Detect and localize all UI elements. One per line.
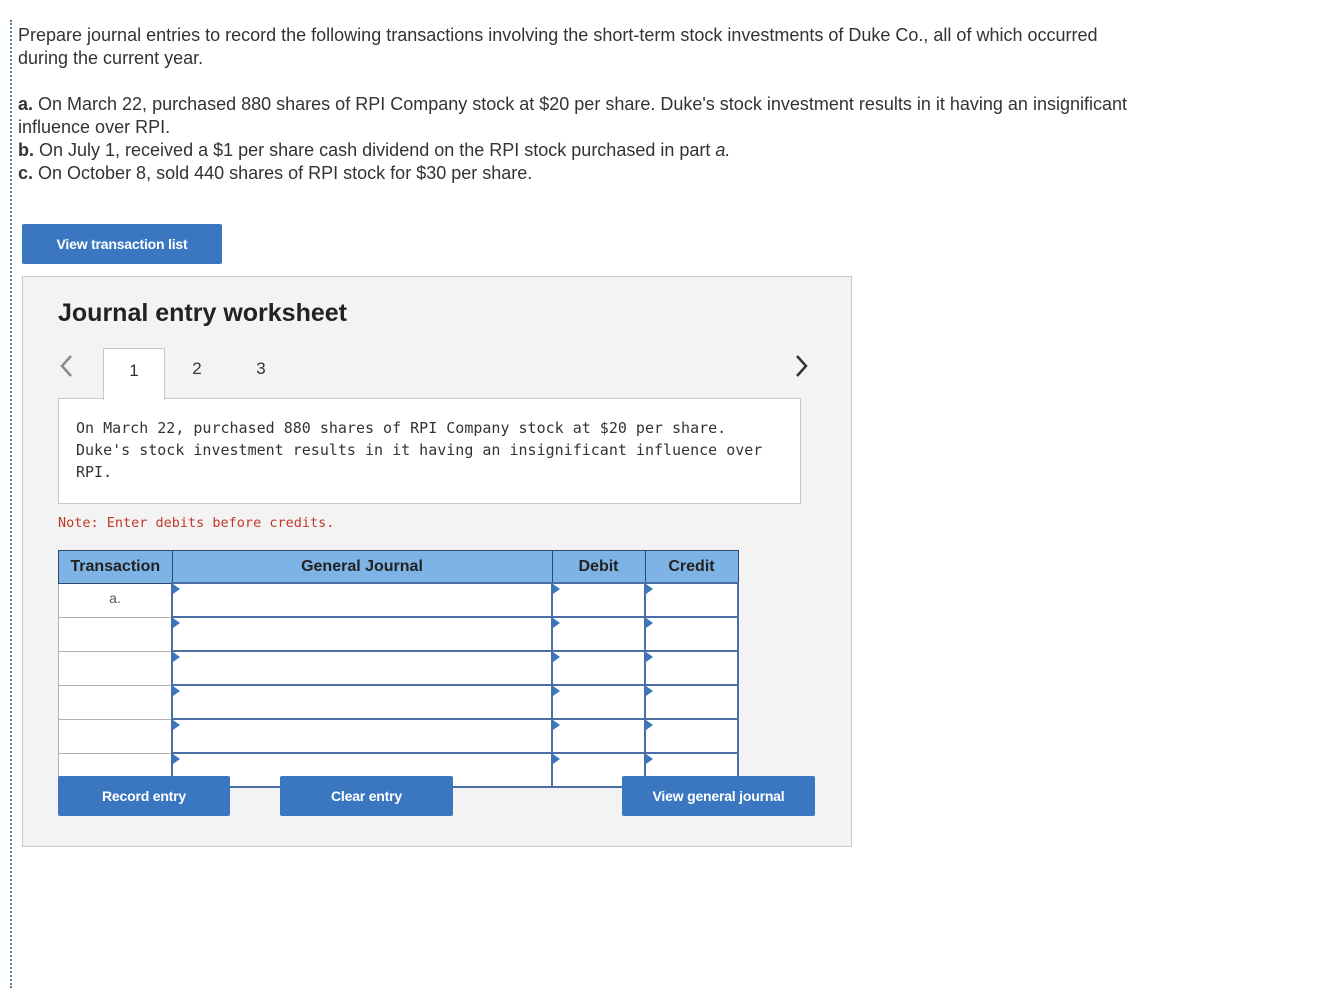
item-label: a.	[18, 94, 34, 114]
problem-prompt: Prepare journal entries to record the fo…	[18, 24, 1128, 185]
chevron-left-icon[interactable]	[59, 353, 75, 379]
dropdown-marker-icon	[553, 584, 560, 594]
header-credit: Credit	[644, 550, 739, 584]
dropdown-marker-icon	[646, 754, 653, 764]
description-line: On March 22, purchased 880 shares of RPI…	[76, 419, 727, 437]
debit-input[interactable]	[551, 684, 646, 720]
transaction-cell	[58, 616, 173, 652]
prompt-intro: Prepare journal entries to record the fo…	[18, 25, 1098, 68]
dropdown-marker-icon	[173, 686, 180, 696]
general-journal-input[interactable]	[171, 650, 553, 686]
record-entry-button[interactable]: Record entry	[58, 776, 230, 816]
clear-entry-button[interactable]: Clear entry	[280, 776, 453, 816]
table-row	[58, 650, 739, 686]
transaction-cell	[58, 718, 173, 754]
chevron-right-icon[interactable]	[793, 353, 809, 379]
header-general-journal: General Journal	[171, 550, 553, 584]
journal-entry-worksheet: Journal entry worksheet 1 2 3 On March 2…	[22, 276, 852, 847]
debit-input[interactable]	[551, 616, 646, 652]
item-emphasis: a.	[715, 140, 731, 160]
description-line: Duke's stock investment results in it ha…	[76, 441, 763, 481]
general-journal-input[interactable]	[171, 616, 553, 652]
credit-input[interactable]	[644, 684, 739, 720]
dropdown-marker-icon	[553, 720, 560, 730]
transaction-description: On March 22, purchased 880 shares of RPI…	[58, 398, 801, 504]
item-label: b.	[18, 140, 34, 160]
debit-input[interactable]	[551, 718, 646, 754]
prompt-item-c: c. On October 8, sold 440 shares of RPI …	[18, 162, 1128, 185]
tab-1[interactable]: 1	[103, 348, 165, 400]
dropdown-marker-icon	[553, 652, 560, 662]
dropdown-marker-icon	[553, 754, 560, 764]
transaction-cell: a.	[58, 582, 173, 618]
dropdown-marker-icon	[173, 720, 180, 730]
dropdown-marker-icon	[646, 686, 653, 696]
debit-credit-note: Note: Enter debits before credits.	[58, 515, 335, 531]
table-header-row: Transaction General Journal Debit Credit	[58, 550, 739, 584]
dropdown-marker-icon	[646, 584, 653, 594]
item-text: On March 22, purchased 880 shares of RPI…	[18, 94, 1127, 137]
worksheet-title: Journal entry worksheet	[58, 299, 347, 327]
debit-input[interactable]	[551, 582, 646, 618]
transaction-cell	[58, 684, 173, 720]
credit-input[interactable]	[644, 718, 739, 754]
item-label: c.	[18, 163, 34, 183]
header-debit: Debit	[551, 550, 646, 584]
transaction-cell	[58, 650, 173, 686]
general-journal-input[interactable]	[171, 582, 553, 618]
table-row: a.	[58, 582, 739, 618]
dropdown-marker-icon	[646, 652, 653, 662]
credit-input[interactable]	[644, 582, 739, 618]
item-text: On July 1, received a $1 per share cash …	[34, 140, 716, 160]
dropdown-marker-icon	[173, 652, 180, 662]
table-row	[58, 616, 739, 652]
dropdown-marker-icon	[553, 686, 560, 696]
prompt-item-b: b. On July 1, received a $1 per share ca…	[18, 139, 1128, 162]
header-transaction: Transaction	[58, 550, 173, 584]
view-general-journal-button[interactable]: View general journal	[622, 776, 815, 816]
dropdown-marker-icon	[173, 584, 180, 594]
tab-2[interactable]: 2	[166, 348, 228, 398]
table-row	[58, 718, 739, 754]
general-journal-input[interactable]	[171, 684, 553, 720]
general-journal-input[interactable]	[171, 718, 553, 754]
dropdown-marker-icon	[173, 618, 180, 628]
journal-table: Transaction General Journal Debit Credit…	[58, 550, 739, 788]
view-transaction-list-button[interactable]: View transaction list	[22, 224, 222, 264]
debit-input[interactable]	[551, 650, 646, 686]
tab-3[interactable]: 3	[230, 348, 292, 398]
dropdown-marker-icon	[173, 754, 180, 764]
dropdown-marker-icon	[553, 618, 560, 628]
table-row	[58, 684, 739, 720]
left-dotted-rule	[10, 20, 12, 988]
credit-input[interactable]	[644, 616, 739, 652]
item-text: On October 8, sold 440 shares of RPI sto…	[33, 163, 533, 183]
prompt-item-a: a. On March 22, purchased 880 shares of …	[18, 93, 1128, 139]
dropdown-marker-icon	[646, 720, 653, 730]
credit-input[interactable]	[644, 650, 739, 686]
dropdown-marker-icon	[646, 618, 653, 628]
